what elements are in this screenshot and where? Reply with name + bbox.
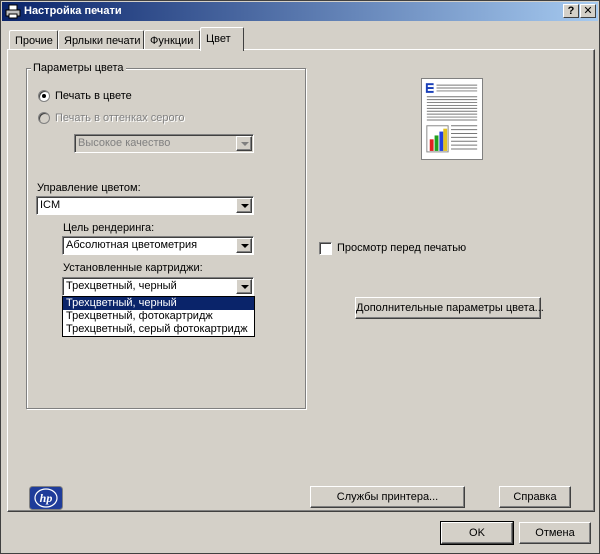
render-combo[interactable]: Абсолютная цветометрия (62, 236, 254, 255)
help-title-button[interactable]: ? (563, 4, 579, 18)
tab-other[interactable]: Прочие (9, 30, 58, 50)
render-value: Абсолютная цветометрия (66, 239, 198, 251)
window-title: Настройка печати (24, 5, 122, 17)
gray-quality-value: Высокое качество (78, 137, 171, 149)
print-gray-label: Печать в оттенках серого (55, 112, 185, 124)
page-preview-icon (421, 78, 483, 160)
cartridges-value: Трехцветный, черный (66, 280, 177, 292)
dropdown-option[interactable]: Трехцветный, фотокартридж (63, 310, 254, 323)
ok-button[interactable]: OK (440, 521, 514, 545)
cartridges-dropdown[interactable]: Трехцветный, черный Трехцветный, фотокар… (62, 296, 255, 337)
print-gray-radio (38, 112, 50, 124)
color-mgmt-combo[interactable]: ICM (36, 196, 254, 215)
print-settings-window: Настройка печати ? ✕ Прочие Ярлыки печат… (0, 0, 600, 554)
tab-features[interactable]: Функции (144, 30, 200, 50)
color-mgmt-label: Управление цветом: (37, 182, 141, 194)
gray-quality-combo: Высокое качество (74, 134, 254, 153)
hp-logo-icon: hp (29, 486, 63, 510)
chevron-down-icon (236, 136, 252, 151)
color-mgmt-value: ICM (40, 199, 61, 211)
render-label: Цель рендеринга: (63, 222, 155, 234)
print-color-label[interactable]: Печать в цвете (55, 90, 132, 102)
cartridges-combo[interactable]: Трехцветный, черный (62, 277, 254, 296)
color-params-label: Параметры цвета (31, 62, 126, 74)
printer-icon (5, 4, 21, 19)
tab-shortcuts[interactable]: Ярлыки печати (58, 30, 144, 50)
title-bar[interactable]: Настройка печати ? ✕ (2, 2, 598, 21)
hp-logo-text: hp (40, 491, 53, 505)
print-color-radio[interactable] (38, 90, 50, 102)
chevron-down-icon[interactable] (236, 198, 252, 213)
chevron-down-icon[interactable] (236, 238, 252, 253)
preview-label[interactable]: Просмотр перед печатью (337, 242, 466, 254)
help-button[interactable]: Справка (499, 486, 571, 508)
cancel-button[interactable]: Отмена (519, 522, 591, 544)
cartridges-label: Установленные картриджи: (63, 262, 203, 274)
close-button[interactable]: ✕ (580, 4, 596, 18)
chevron-down-icon[interactable] (236, 279, 252, 294)
dropdown-option[interactable]: Трехцветный, серый фотокартридж (63, 323, 254, 336)
tab-color[interactable]: Цвет (200, 27, 244, 51)
advanced-color-button[interactable]: Дополнительные параметры цвета... (355, 297, 544, 319)
dropdown-option[interactable]: Трехцветный, черный (63, 297, 254, 310)
preview-checkbox[interactable] (319, 242, 332, 255)
printer-services-button[interactable]: Службы принтера... (310, 486, 465, 508)
